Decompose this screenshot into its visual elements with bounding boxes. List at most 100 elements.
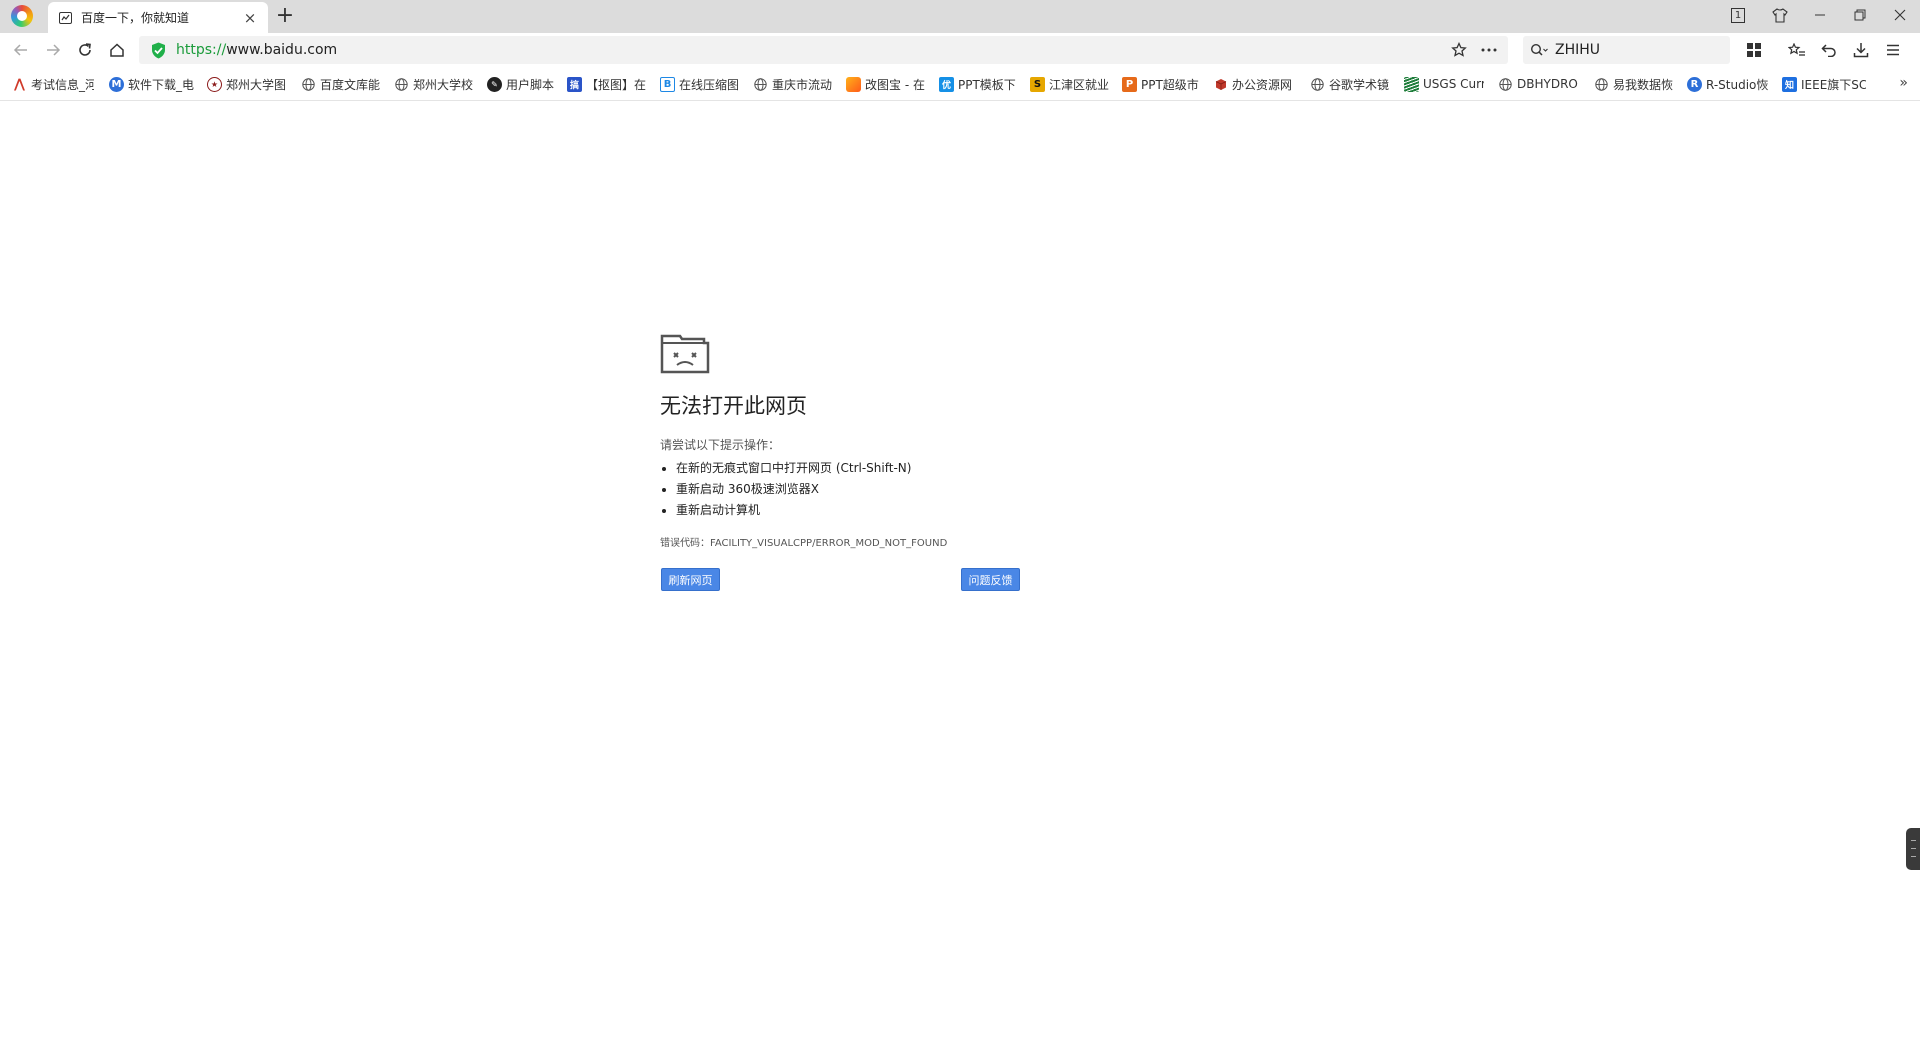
back-button[interactable] xyxy=(8,37,34,63)
handle-grip-line xyxy=(1911,856,1916,857)
suggestion-item: 重新启动计算机 xyxy=(676,500,1060,521)
error-page: 无法打开此网页 请尝试以下提示操作： 在新的无痕式窗口中打开网页 (Ctrl-S… xyxy=(660,332,1060,591)
apps-grid-icon xyxy=(1747,43,1761,57)
downloads-button[interactable] xyxy=(1847,37,1875,63)
bookmark-item[interactable]: USGS Curr xyxy=(1404,75,1484,93)
user-script-icon: ✎ xyxy=(487,76,502,92)
url-scheme: https:// xyxy=(176,42,227,58)
forward-button[interactable] xyxy=(40,37,66,63)
handle-grip-line xyxy=(1911,840,1916,841)
bookmark-item[interactable]: M 软件下载_电 xyxy=(109,75,195,93)
bookmark-item[interactable]: 易我数据恢 xyxy=(1594,75,1676,93)
zhihu-icon: 知 xyxy=(1782,76,1797,92)
globe-icon xyxy=(301,77,316,92)
restore-icon xyxy=(1854,9,1866,21)
cutout-app-icon: 搞 xyxy=(567,76,582,92)
restore-button[interactable] xyxy=(1843,0,1877,30)
search-icon[interactable] xyxy=(1523,43,1555,57)
bookmark-label: USGS Curr xyxy=(1423,77,1484,91)
m-circle-icon: M xyxy=(109,76,124,92)
bookmark-item[interactable]: 知 IEEE旗下SC xyxy=(1782,75,1866,93)
bookmark-label: 易我数据恢 xyxy=(1613,77,1674,92)
navigation-toolbar: https://www.baidu.com ZHIHU xyxy=(0,33,1920,67)
minimize-icon xyxy=(1815,14,1825,16)
usgs-logo-icon xyxy=(1404,76,1419,92)
tab-title: 百度一下，你就知道 xyxy=(81,11,190,25)
bookmark-item[interactable]: ⋀ 考试信息_河 xyxy=(12,75,94,93)
bookmark-label: 用户脚本 xyxy=(506,77,555,92)
reload-button[interactable] xyxy=(72,37,98,63)
menu-button[interactable] xyxy=(1879,37,1907,63)
exam-logo-icon: ⋀ xyxy=(14,76,25,92)
bookmark-label: 改图宝 - 在 xyxy=(865,77,925,92)
bookmark-label: 谷歌学术镜 xyxy=(1329,77,1390,92)
bookmark-star-icon[interactable] xyxy=(1444,36,1474,64)
search-input[interactable]: ZHIHU xyxy=(1555,42,1600,58)
bookmark-item[interactable]: ✎ 用户脚本 xyxy=(487,75,559,93)
new-tab-button[interactable]: + xyxy=(273,4,297,28)
skin-button[interactable] xyxy=(1763,0,1797,30)
image-editor-icon xyxy=(846,76,861,92)
bookmark-item[interactable]: P PPT超级市 xyxy=(1122,75,1202,93)
url-host: www.baidu.com xyxy=(226,42,338,58)
more-dots-icon[interactable] xyxy=(1474,36,1504,64)
globe-icon xyxy=(1594,77,1609,92)
address-bar[interactable]: https://www.baidu.com xyxy=(139,36,1508,64)
s-logo-icon: S xyxy=(1030,76,1045,92)
globe-icon xyxy=(394,77,409,92)
r-studio-icon: R xyxy=(1687,76,1702,92)
feedback-button[interactable]: 问题反馈 xyxy=(961,568,1020,591)
bookmark-item[interactable]: 重庆市流动 xyxy=(753,75,833,93)
browser-logo[interactable] xyxy=(11,5,33,27)
home-icon xyxy=(110,43,124,57)
bookmark-item[interactable]: DBHYDRO xyxy=(1498,75,1580,93)
bookmark-item[interactable]: R R-Studio恢 xyxy=(1687,75,1769,93)
bookmark-item[interactable]: 改图宝 - 在 xyxy=(846,75,926,93)
bookmark-item[interactable]: S 江津区就业 xyxy=(1030,75,1112,93)
bookmark-item[interactable]: 谷歌学术镜 xyxy=(1310,75,1392,93)
arrow-left-icon xyxy=(13,44,27,56)
close-tab-icon[interactable]: × xyxy=(242,9,258,27)
tab-strip: 百度一下，你就知道 × + 1 xyxy=(0,0,1920,33)
undo-close-button[interactable] xyxy=(1815,37,1843,63)
shield-check-icon[interactable] xyxy=(149,41,167,59)
error-hint: 请尝试以下提示操作： xyxy=(660,438,781,452)
arrow-right-icon xyxy=(47,44,61,56)
minimize-button[interactable] xyxy=(1803,0,1837,30)
close-window-button[interactable] xyxy=(1883,0,1917,30)
bookmark-item[interactable]: 郑州大学校 xyxy=(394,75,474,93)
bookmark-item[interactable]: 搞 【抠图】在 xyxy=(567,75,647,93)
sidebar-toggle-handle[interactable] xyxy=(1906,828,1920,870)
bookmark-label: DBHYDRO xyxy=(1517,77,1578,91)
b-logo-icon: B xyxy=(660,76,675,92)
hamburger-menu-icon xyxy=(1887,44,1899,56)
download-icon xyxy=(1853,43,1869,58)
search-box[interactable]: ZHIHU xyxy=(1523,36,1730,64)
home-button[interactable] xyxy=(104,37,130,63)
bookmark-item[interactable]: ★ 郑州大学图 xyxy=(207,75,287,93)
bookmark-item[interactable]: 百度文库能 xyxy=(301,75,381,93)
apps-button[interactable] xyxy=(1740,37,1768,63)
bookmark-label: PPT模板下 xyxy=(958,77,1016,92)
favorites-button[interactable] xyxy=(1783,37,1811,63)
university-seal-icon: ★ xyxy=(207,76,222,92)
suggestion-item: 重新启动 360极速浏览器X xyxy=(676,479,1060,500)
tab-active[interactable]: 百度一下，你就知道 × xyxy=(48,2,268,33)
url-field[interactable]: https://www.baidu.com xyxy=(176,42,1444,58)
bookmark-label: 重庆市流动 xyxy=(772,77,833,92)
error-code-label: 错误代码： xyxy=(660,538,710,549)
bookmark-label: 江津区就业 xyxy=(1049,77,1110,92)
bookmarks-overflow-button[interactable]: » xyxy=(1899,75,1908,91)
bookmark-item[interactable]: B 在线压缩图 xyxy=(660,75,742,93)
globe-icon xyxy=(1498,77,1513,92)
tab-count-button[interactable]: 1 xyxy=(1721,0,1755,30)
bookmark-label: 办公资源网 xyxy=(1232,77,1293,92)
bookmark-item[interactable]: 优 PPT模板下 xyxy=(939,75,1019,93)
bookmark-label: IEEE旗下SC xyxy=(1801,77,1866,92)
bookmark-item[interactable]: 办公资源网 xyxy=(1213,75,1297,93)
bookmark-label: PPT超级市 xyxy=(1141,77,1199,92)
globe-icon xyxy=(1310,77,1325,92)
refresh-page-button[interactable]: 刷新网页 xyxy=(661,568,720,591)
cube-icon xyxy=(1213,77,1228,92)
suggestion-item: 在新的无痕式窗口中打开网页 (Ctrl-Shift-N) xyxy=(676,458,1060,479)
